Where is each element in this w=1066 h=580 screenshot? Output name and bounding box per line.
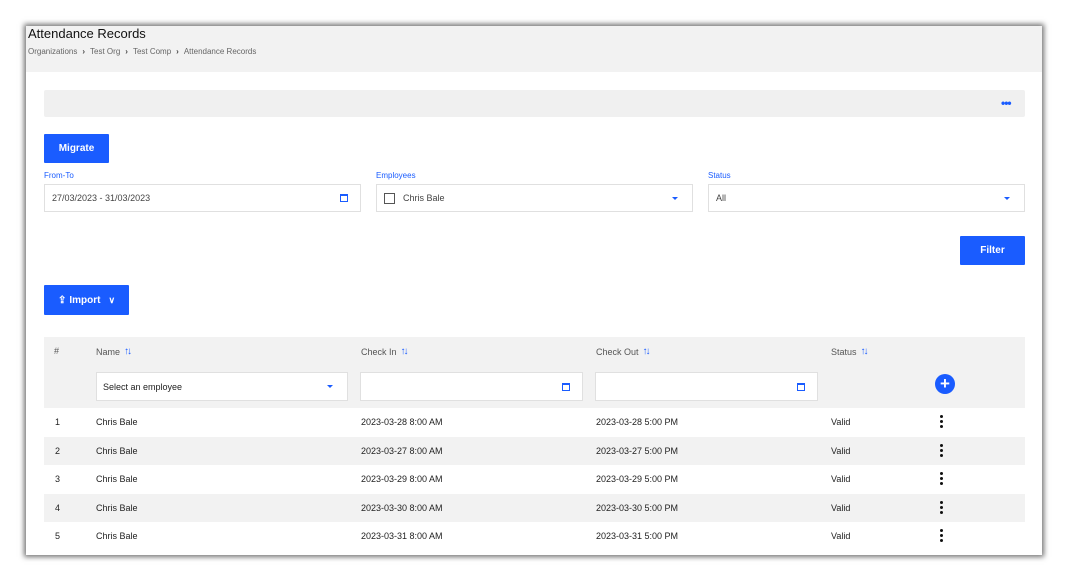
- row-check-out: 2023-03-29 5:00 PM: [596, 474, 679, 484]
- chevron-right-icon: ›: [82, 47, 86, 56]
- breadcrumb-attendance-records: Attendance Records: [183, 47, 257, 56]
- sort-icon[interactable]: ↑↓: [643, 346, 651, 357]
- row-status: Valid: [831, 531, 851, 541]
- row-check-in: 2023-03-31 8:00 AM: [361, 531, 443, 541]
- col-status[interactable]: Status ↑↓: [831, 346, 869, 357]
- row-number: 3: [55, 474, 61, 484]
- sort-icon[interactable]: ↑↓: [124, 346, 132, 357]
- import-label: Import: [69, 294, 101, 306]
- from-to-label: From-To: [44, 171, 74, 180]
- kebab-menu-icon[interactable]: [940, 529, 944, 544]
- col-check-out[interactable]: Check Out ↑↓: [596, 346, 651, 357]
- date-range-field[interactable]: 27/03/2023 - 31/03/2023: [44, 184, 361, 212]
- row-check-in: 2023-03-28 8:00 AM: [361, 417, 443, 427]
- app-window: Attendance Records Organizations › Test …: [26, 26, 1042, 555]
- more-options-icon[interactable]: •••: [1001, 97, 1015, 109]
- table-row[interactable]: 4 Chris Bale 2023-03-30 8:00 AM 2023-03-30 …: [44, 493, 1025, 522]
- row-name: Chris Bale: [96, 531, 138, 541]
- upload-icon: ⇪: [57, 294, 67, 306]
- employee-checkbox[interactable]: [384, 192, 395, 204]
- caret-down-icon: [1004, 196, 1010, 200]
- calendar-icon: [797, 382, 805, 391]
- row-name: Chris Bale: [96, 445, 138, 456]
- kebab-menu-icon[interactable]: [940, 472, 944, 487]
- import-button[interactable]: ⇪ Import ∨: [44, 285, 129, 315]
- kebab-menu-icon[interactable]: [940, 415, 944, 430]
- kebab-menu-icon[interactable]: [940, 500, 944, 516]
- breadcrumb: Organizations › Test Org › Test Comp › A…: [28, 47, 256, 56]
- breadcrumb-organizations[interactable]: Organizations: [28, 47, 77, 56]
- check-in-filter[interactable]: [360, 372, 583, 401]
- row-status: Valid: [831, 445, 851, 456]
- col-name-label: Name: [96, 346, 121, 357]
- row-name: Chris Bale: [96, 417, 138, 427]
- row-check-out: 2023-03-28 5:00 PM: [596, 417, 679, 427]
- row-check-in: 2023-03-29 8:00 AM: [361, 474, 443, 484]
- row-name: Chris Bale: [96, 502, 138, 513]
- table-header: # Name ↑↓ Check In ↑↓ Check Out ↑↓ Statu…: [44, 337, 1025, 408]
- employees-select[interactable]: Chris Bale: [376, 184, 693, 212]
- col-check-in[interactable]: Check In ↑↓: [361, 346, 409, 357]
- filter-button[interactable]: Filter: [960, 236, 1025, 265]
- breadcrumb-test-org[interactable]: Test Org: [90, 47, 120, 56]
- sort-icon[interactable]: ↑↓: [861, 346, 869, 357]
- page-title: Attendance Records: [28, 26, 146, 41]
- check-out-filter[interactable]: [595, 372, 818, 401]
- table-row[interactable]: 3 Chris Bale 2023-03-29 8:00 AM 2023-03-29 …: [44, 465, 1025, 493]
- chevron-down-icon: ∨: [108, 294, 116, 305]
- name-filter-select[interactable]: Select an employee: [96, 372, 348, 401]
- toolbar-bar: •••: [44, 90, 1025, 117]
- row-status: Valid: [831, 474, 851, 484]
- row-status: Valid: [831, 502, 851, 513]
- kebab-menu-icon[interactable]: [940, 443, 944, 459]
- status-select[interactable]: All: [708, 184, 1025, 212]
- name-filter-placeholder: Select an employee: [103, 381, 183, 392]
- col-check-in-label: Check In: [361, 346, 397, 357]
- row-check-out: 2023-03-30 5:00 PM: [596, 502, 679, 513]
- chevron-right-icon: ›: [125, 47, 128, 56]
- row-check-in: 2023-03-27 8:00 AM: [361, 445, 443, 456]
- status-value: All: [716, 193, 727, 203]
- row-number: 2: [55, 445, 61, 456]
- table-row[interactable]: 1 Chris Bale 2023-03-28 8:00 AM 2023-03-28 …: [44, 408, 1025, 436]
- table-row[interactable]: 5 Chris Bale 2023-03-31 8:00 AM 2023-03-31 …: [44, 522, 1025, 550]
- col-number: #: [54, 346, 60, 356]
- row-check-out: 2023-03-31 5:00 PM: [596, 531, 679, 541]
- chevron-right-icon: ›: [176, 47, 179, 56]
- row-check-out: 2023-03-27 5:00 PM: [596, 445, 679, 456]
- add-record-icon[interactable]: +: [935, 374, 955, 394]
- breadcrumb-test-comp[interactable]: Test Comp: [133, 47, 171, 56]
- page-header: Attendance Records Organizations › Test …: [26, 26, 1042, 72]
- row-name: Chris Bale: [96, 474, 138, 484]
- migrate-button[interactable]: Migrate: [44, 134, 109, 163]
- col-check-out-label: Check Out: [596, 346, 639, 357]
- employees-value: Chris Bale: [403, 193, 445, 203]
- col-status-label: Status: [831, 346, 857, 357]
- caret-down-icon: [672, 196, 678, 200]
- table-row[interactable]: 2 Chris Bale 2023-03-27 8:00 AM 2023-03-27 …: [44, 436, 1025, 465]
- row-check-in: 2023-03-30 8:00 AM: [361, 502, 443, 513]
- row-number: 1: [55, 417, 61, 427]
- col-name[interactable]: Name ↑↓: [96, 346, 132, 357]
- employees-label: Employees: [376, 171, 416, 180]
- status-label: Status: [708, 171, 731, 180]
- row-number: 4: [55, 502, 61, 513]
- row-number: 5: [55, 531, 61, 541]
- caret-down-icon: [327, 385, 333, 388]
- date-range-value: 27/03/2023 - 31/03/2023: [52, 193, 151, 203]
- row-status: Valid: [831, 417, 851, 427]
- calendar-icon: [340, 194, 348, 202]
- calendar-icon: [562, 382, 570, 391]
- sort-icon[interactable]: ↑↓: [401, 346, 409, 357]
